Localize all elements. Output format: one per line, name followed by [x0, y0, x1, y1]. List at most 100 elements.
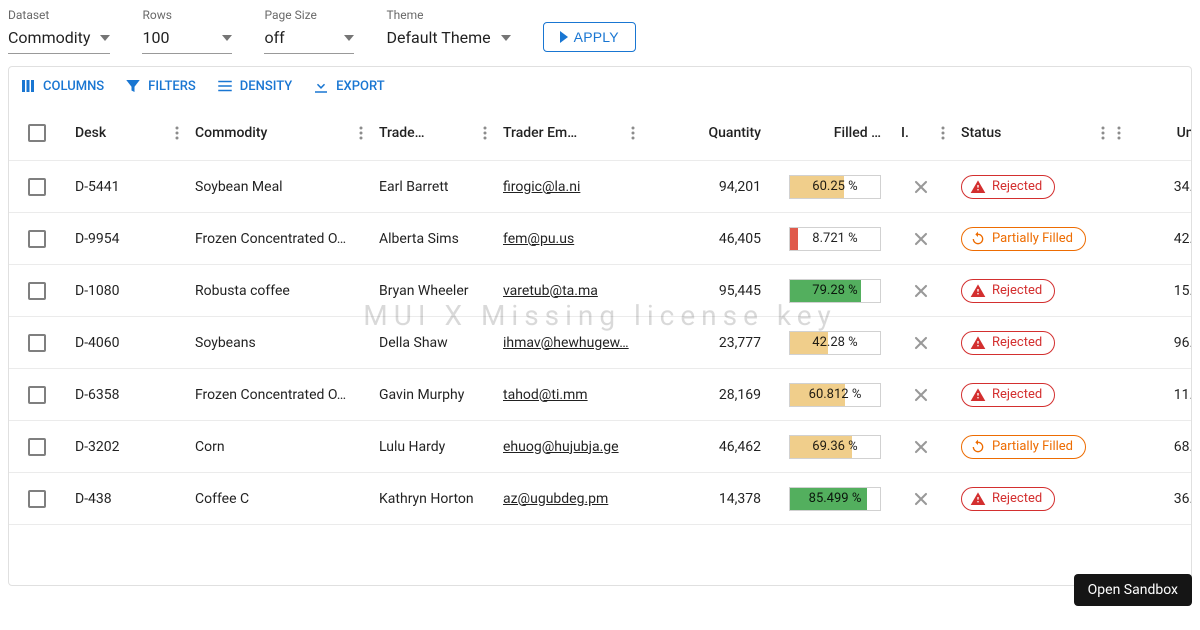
cell-uni: 11.1: [1111, 387, 1192, 403]
cell-desk: D-6358: [65, 387, 185, 403]
filters-button[interactable]: FILTERS: [124, 77, 196, 95]
table-row[interactable]: D-1080Robusta coffeeBryan Wheelervaretub…: [9, 265, 1191, 317]
cell-trader: Bryan Wheeler: [369, 283, 493, 299]
cell-status: Rejected: [951, 331, 1111, 355]
chevron-down-icon: [501, 35, 511, 41]
col-i[interactable]: I.: [891, 125, 951, 141]
email-link[interactable]: fem@pu.us: [503, 231, 574, 247]
column-menu-icon[interactable]: [175, 126, 179, 140]
rows-control: Rows 100: [142, 8, 232, 54]
warning-icon: [970, 283, 986, 299]
row-checkbox[interactable]: [28, 386, 46, 404]
table-row[interactable]: D-6358Frozen Concentrated O…Gavin Murphy…: [9, 369, 1191, 421]
row-checkbox[interactable]: [28, 282, 46, 300]
data-grid: COLUMNS FILTERS DENSITY EXPORT De: [8, 66, 1192, 586]
cell-desk: D-4060: [65, 335, 185, 351]
cell-filled: 60.25 %: [771, 175, 891, 199]
cell-email: fem@pu.us: [493, 231, 641, 247]
close-icon[interactable]: [911, 229, 931, 249]
close-icon[interactable]: [911, 437, 931, 457]
close-icon[interactable]: [911, 177, 931, 197]
rows-select[interactable]: 100: [142, 24, 232, 54]
row-checkbox[interactable]: [28, 438, 46, 456]
density-icon: [216, 77, 234, 95]
cell-uni: 34.0: [1111, 179, 1192, 195]
apply-button[interactable]: APPLY: [543, 22, 636, 52]
columns-button[interactable]: COLUMNS: [19, 77, 104, 95]
fill-value: 60.25 %: [812, 179, 857, 194]
refresh-icon: [970, 231, 986, 247]
cell-quantity: 14,378: [641, 491, 771, 507]
cell-status: Rejected: [951, 175, 1111, 199]
column-menu-icon[interactable]: [631, 126, 635, 140]
col-email[interactable]: Trader Em…: [493, 125, 641, 141]
export-button[interactable]: EXPORT: [312, 77, 384, 95]
email-link[interactable]: ihmav@hewhugew…: [503, 335, 629, 351]
chevron-down-icon: [100, 35, 110, 41]
email-link[interactable]: firogic@la.ni: [503, 179, 580, 195]
table-row[interactable]: D-5441Soybean MealEarl Barrettfirogic@la…: [9, 161, 1191, 213]
row-checkbox[interactable]: [28, 178, 46, 196]
fill-value: 79.28 %: [812, 283, 857, 298]
column-menu-icon[interactable]: [1101, 126, 1105, 140]
table-row[interactable]: D-438Coffee CKathryn Hortonaz@ugubdeg.pm…: [9, 473, 1191, 525]
col-trader[interactable]: Trade…: [369, 125, 493, 141]
row-checkbox[interactable]: [28, 334, 46, 352]
col-filled[interactable]: Filled …: [771, 125, 891, 141]
col-quantity-label: Quantity: [651, 125, 761, 141]
row-checkbox[interactable]: [28, 230, 46, 248]
table-row[interactable]: D-9954Frozen Concentrated O…Alberta Sims…: [9, 213, 1191, 265]
close-icon[interactable]: [911, 385, 931, 405]
fill-progress: 60.25 %: [789, 175, 881, 199]
select-all-checkbox[interactable]: [28, 124, 46, 142]
pagesize-select[interactable]: off: [264, 24, 354, 54]
email-link[interactable]: az@ugubdeg.pm: [503, 491, 608, 507]
fill-value: 85.499 %: [809, 491, 862, 506]
col-status[interactable]: Status: [951, 125, 1111, 141]
cell-email: az@ugubdeg.pm: [493, 491, 641, 507]
cell-filled: 60.812 %: [771, 383, 891, 407]
pagesize-label: Page Size: [264, 8, 354, 22]
density-button[interactable]: DENSITY: [216, 77, 292, 95]
open-sandbox-button[interactable]: Open Sandbox: [1074, 574, 1192, 606]
dataset-select[interactable]: Commodity: [8, 24, 110, 54]
status-badge: Partially Filled: [961, 435, 1086, 459]
warning-icon: [970, 491, 986, 507]
col-commodity[interactable]: Commodity: [185, 125, 369, 141]
cell-email: ihmav@hewhugew…: [493, 335, 641, 351]
col-desk[interactable]: Desk: [65, 125, 185, 141]
close-icon[interactable]: [911, 281, 931, 301]
cell-uni: 42.5: [1111, 231, 1192, 247]
cell-commodity: Corn: [185, 439, 369, 455]
email-link[interactable]: tahod@ti.mm: [503, 387, 588, 403]
email-link[interactable]: ehuog@hujubja.ge: [503, 439, 619, 455]
warning-icon: [970, 387, 986, 403]
col-uni[interactable]: Uni.: [1111, 125, 1192, 141]
fill-progress: 69.36 %: [789, 435, 881, 459]
sandbox-label: Open Sandbox: [1088, 582, 1178, 598]
cell-filled: 42.28 %: [771, 331, 891, 355]
table-row[interactable]: D-3202CornLulu Hardyehuog@hujubja.ge46,4…: [9, 421, 1191, 473]
column-menu-icon[interactable]: [1117, 126, 1121, 140]
warning-icon: [970, 179, 986, 195]
row-checkbox[interactable]: [28, 490, 46, 508]
cell-trader: Della Shaw: [369, 335, 493, 351]
col-quantity[interactable]: Quantity: [641, 125, 771, 141]
cell-status: Rejected: [951, 279, 1111, 303]
cell-quantity: 28,169: [641, 387, 771, 403]
email-link[interactable]: varetub@ta.ma: [503, 283, 598, 299]
close-icon[interactable]: [911, 333, 931, 353]
status-text: Rejected: [992, 335, 1042, 350]
cell-trader: Gavin Murphy: [369, 387, 493, 403]
table-row[interactable]: D-4060SoybeansDella Shawihmav@hewhugew…2…: [9, 317, 1191, 369]
cell-commodity: Frozen Concentrated O…: [185, 231, 369, 247]
theme-select[interactable]: Default Theme: [386, 24, 510, 53]
grid-toolbar: COLUMNS FILTERS DENSITY EXPORT: [9, 67, 1191, 105]
column-menu-icon[interactable]: [941, 126, 945, 140]
column-menu-icon[interactable]: [359, 126, 363, 140]
export-label: EXPORT: [336, 79, 384, 94]
close-icon[interactable]: [911, 489, 931, 509]
grid-header: Desk Commodity Trade… Trader Em…: [9, 105, 1191, 161]
column-menu-icon[interactable]: [483, 126, 487, 140]
cell-commodity: Frozen Concentrated O…: [185, 387, 369, 403]
